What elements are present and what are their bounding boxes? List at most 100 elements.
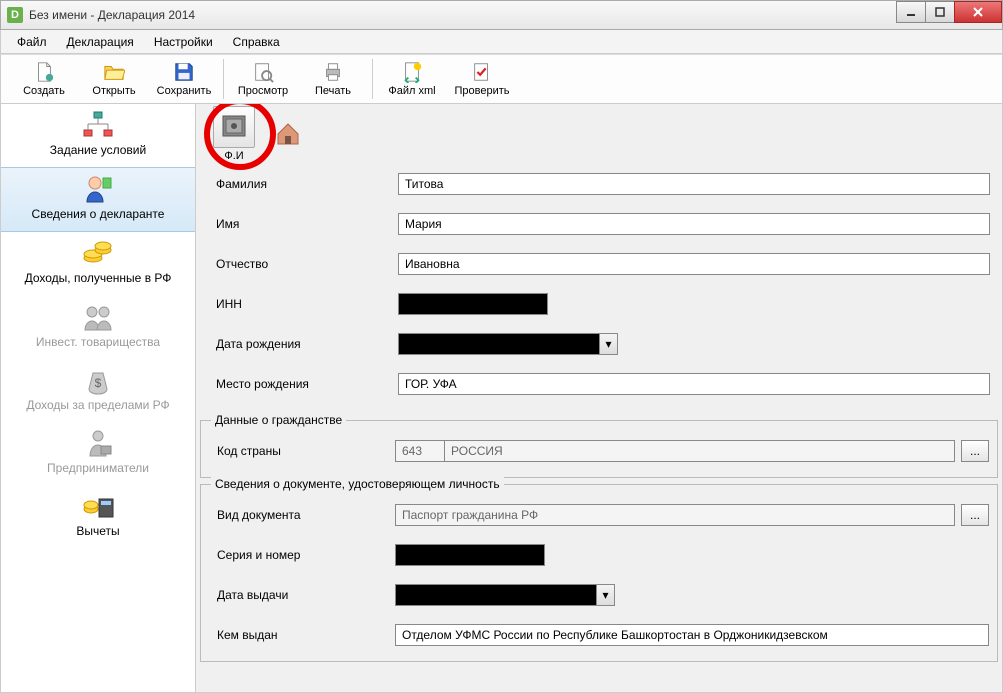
- menu-settings[interactable]: Настройки: [146, 33, 221, 51]
- fio-button[interactable]: [213, 106, 255, 148]
- toolbar-save[interactable]: Сохранить: [149, 56, 219, 102]
- fio-form: Фамилия Имя Отчество ИНН ████████████ Да…: [196, 164, 1002, 414]
- toolbar-check[interactable]: Проверить: [447, 56, 517, 102]
- sidebar-item-income-rf[interactable]: Доходы, полученные в РФ: [1, 232, 195, 295]
- serial-row: Серия и номер ████ ██████: [209, 535, 989, 575]
- identity-legend: Сведения о документе, удостоверяющем лич…: [211, 477, 504, 491]
- pob-input[interactable]: [398, 373, 990, 395]
- name-row: Имя: [208, 204, 990, 244]
- sidebar-item-deductions[interactable]: Вычеты: [1, 485, 195, 548]
- toolbar-save-label: Сохранить: [157, 85, 212, 97]
- sidebar-item-conditions[interactable]: Задание условий: [1, 104, 195, 167]
- xml-file-icon: [401, 61, 423, 83]
- toolbar-separator: [372, 59, 373, 99]
- surname-input[interactable]: [398, 173, 990, 195]
- toolbar-separator: [223, 59, 224, 99]
- toolbar-xml[interactable]: Файл xml: [377, 56, 447, 102]
- menu-bar: Файл Декларация Настройки Справка: [0, 30, 1003, 54]
- patronymic-input[interactable]: [398, 253, 990, 275]
- minimize-button[interactable]: [896, 1, 926, 23]
- sidebar-item-declarant[interactable]: Сведения о декларанте: [1, 167, 195, 232]
- calculator-icon: [80, 491, 116, 521]
- chevron-down-icon[interactable]: ▾: [596, 585, 614, 605]
- maximize-button[interactable]: [925, 1, 955, 23]
- citizenship-legend: Данные о гражданстве: [211, 413, 346, 427]
- sidebar-item-income-foreign: $ Доходы за пределами РФ: [1, 359, 195, 422]
- pob-label: Место рождения: [208, 377, 398, 391]
- money-bag-icon: $: [80, 365, 116, 395]
- menu-help[interactable]: Справка: [225, 33, 288, 51]
- toolbar-create[interactable]: Создать: [9, 56, 79, 102]
- doctype-input: [395, 504, 955, 526]
- doctype-browse-button[interactable]: ...: [961, 504, 989, 526]
- toolbar-preview[interactable]: Просмотр: [228, 56, 298, 102]
- dob-combo[interactable]: ██.██.████ ▾: [398, 333, 618, 355]
- country-name-input: [445, 440, 955, 462]
- toolbar-open[interactable]: Открыть: [79, 56, 149, 102]
- issuedate-combo[interactable]: ██.██.████ ▾: [395, 584, 615, 606]
- sub-toolbar: Ф.И: [196, 104, 1002, 164]
- inn-input[interactable]: ████████████: [398, 293, 548, 315]
- inn-label: ИНН: [208, 297, 398, 311]
- sidebar-label: Доходы, полученные в РФ: [25, 272, 172, 285]
- toolbar: Создать Открыть Сохранить Просмотр Печат…: [0, 54, 1003, 104]
- inn-row: ИНН ████████████: [208, 284, 990, 324]
- serial-label: Серия и номер: [209, 548, 395, 562]
- new-file-icon: [33, 61, 55, 83]
- businessman-icon: [80, 428, 116, 458]
- content-panel: Ф.И Фамилия Имя Отчество ИНН ███████████…: [196, 104, 1002, 692]
- patronymic-row: Отчество: [208, 244, 990, 284]
- dob-value: ██.██.████: [399, 334, 599, 354]
- surname-row: Фамилия: [208, 164, 990, 204]
- app-icon: D: [7, 7, 23, 23]
- toolbar-create-label: Создать: [23, 85, 65, 97]
- menu-file[interactable]: Файл: [9, 33, 55, 51]
- save-icon: [173, 61, 195, 83]
- chevron-down-icon[interactable]: ▾: [599, 334, 617, 354]
- citizenship-group: Данные о гражданстве Код страны ...: [200, 420, 998, 478]
- preview-icon: [252, 61, 274, 83]
- issuedby-input[interactable]: [395, 624, 989, 646]
- partners-icon: [80, 302, 116, 332]
- dob-row: Дата рождения ██.██.████ ▾: [208, 324, 990, 364]
- country-code-label: Код страны: [209, 444, 395, 458]
- coins-icon: [80, 238, 116, 268]
- dob-label: Дата рождения: [208, 337, 398, 351]
- person-icon: [80, 174, 116, 204]
- issuedate-value: ██.██.████: [396, 585, 596, 605]
- folder-open-icon: [103, 61, 125, 83]
- house-icon[interactable]: [274, 120, 302, 148]
- doctype-label: Вид документа: [209, 508, 395, 522]
- sidebar-item-entrepreneur: Предприниматели: [1, 422, 195, 485]
- sidebar-label: Вычеты: [76, 525, 119, 538]
- issuedate-label: Дата выдачи: [209, 588, 395, 602]
- sidebar-label: Предприниматели: [47, 462, 149, 475]
- check-icon: [471, 61, 493, 83]
- toolbar-open-label: Открыть: [92, 85, 135, 97]
- toolbar-xml-label: Файл xml: [388, 85, 435, 97]
- serial-input[interactable]: ████ ██████: [395, 544, 545, 566]
- sidebar-label: Сведения о декларанте: [32, 208, 165, 221]
- window-title: Без имени - Декларация 2014: [29, 8, 996, 22]
- patronymic-label: Отчество: [208, 257, 398, 271]
- sidebar-label: Задание условий: [50, 144, 146, 157]
- country-browse-button[interactable]: ...: [961, 440, 989, 462]
- toolbar-print[interactable]: Печать: [298, 56, 368, 102]
- flowchart-icon: [80, 110, 116, 140]
- issuedby-row: Кем выдан: [209, 615, 989, 655]
- issuedate-row: Дата выдачи ██.██.████ ▾: [209, 575, 989, 615]
- name-input[interactable]: [398, 213, 990, 235]
- print-icon: [322, 61, 344, 83]
- svg-text:$: $: [95, 376, 102, 390]
- sidebar: Задание условий Сведения о декларанте До…: [1, 104, 196, 692]
- title-bar: D Без имени - Декларация 2014: [0, 0, 1003, 30]
- menu-declaration[interactable]: Декларация: [59, 33, 142, 51]
- sidebar-label: Инвест. товарищества: [36, 336, 160, 349]
- sidebar-item-invest: Инвест. товарищества: [1, 296, 195, 359]
- country-row: Код страны ...: [209, 431, 989, 471]
- toolbar-preview-label: Просмотр: [238, 85, 288, 97]
- name-label: Имя: [208, 217, 398, 231]
- toolbar-check-label: Проверить: [454, 85, 509, 97]
- main-area: Задание условий Сведения о декларанте До…: [0, 104, 1003, 693]
- close-button[interactable]: [954, 1, 1002, 23]
